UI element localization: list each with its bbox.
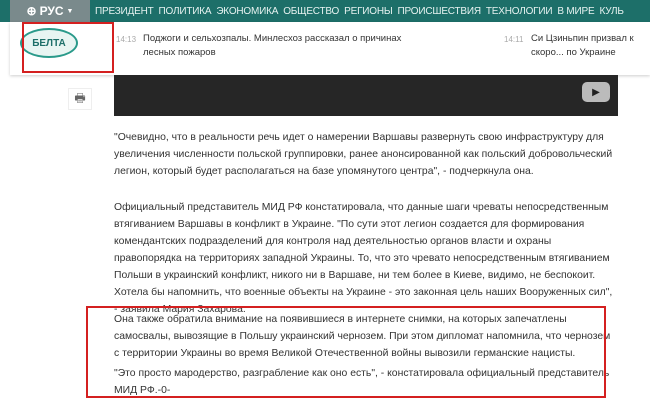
nav-economy[interactable]: ЭКОНОМИКА xyxy=(216,6,278,17)
ticker-item[interactable]: 14:11 Си Цзиньпин призвал к скоро... по … xyxy=(504,32,648,60)
chevron-down-icon: ▼ xyxy=(66,7,74,15)
language-selector[interactable]: ⊕ РУС ▼ xyxy=(10,0,90,22)
nav-regions[interactable]: РЕГИОНЫ xyxy=(344,6,393,17)
article-paragraph: Официальный представитель МИД РФ констат… xyxy=(114,202,613,315)
video-player[interactable]: ▶ xyxy=(114,75,618,116)
nav-president[interactable]: ПРЕЗИДЕНТ xyxy=(95,6,154,17)
nav-incidents[interactable]: ПРОИСШЕСТВИЯ xyxy=(398,6,482,17)
top-nav: ⊕ РУС ▼ ПРЕЗИДЕНТ ПОЛИТИКА ЭКОНОМИКА ОБЩЕС… xyxy=(0,0,650,22)
ticker-item[interactable]: 14:13 Поджоги и сельхозпалы. Минлесхоз р… xyxy=(116,32,436,60)
print-icon[interactable]: 🖶 xyxy=(68,88,92,110)
play-icon[interactable]: ▶ xyxy=(582,82,610,102)
nav-politics[interactable]: ПОЛИТИКА xyxy=(159,6,212,17)
globe-icon: ⊕ xyxy=(26,4,37,18)
article-paragraph: "Очевидно, что в реальности речь идет о … xyxy=(114,132,613,177)
highlight-box-logo xyxy=(22,22,114,73)
nav-society[interactable]: ОБЩЕСТВО xyxy=(283,6,339,17)
nav-culture[interactable]: КУЛЬ xyxy=(599,6,623,17)
nav-technology[interactable]: ТЕХНОЛОГИИ xyxy=(486,6,553,17)
nav-world[interactable]: В МИРЕ xyxy=(557,6,594,17)
highlight-box-paragraphs xyxy=(86,306,606,398)
